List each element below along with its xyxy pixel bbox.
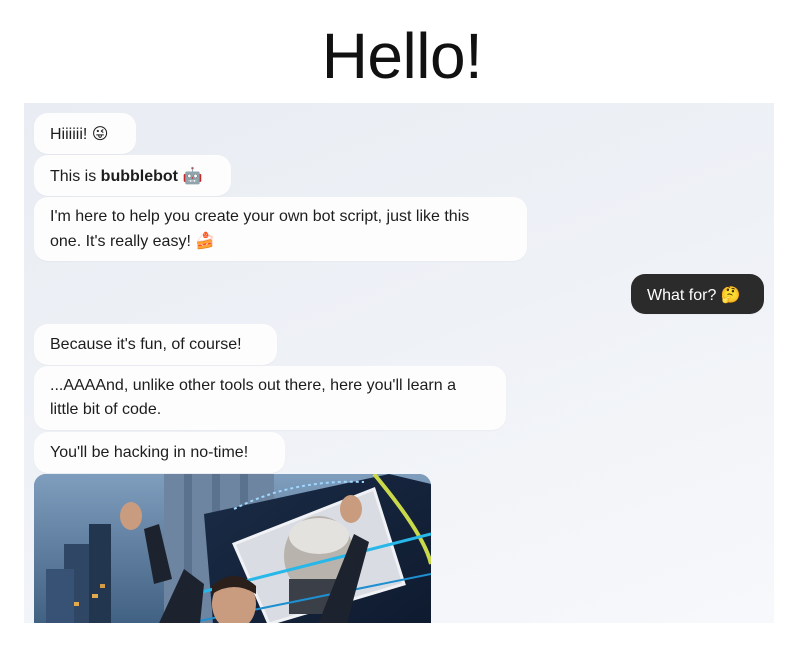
chat-window[interactable]: Hiiiiii! 😜 This is bubblebot 🤖 I'm here … [24, 103, 774, 623]
cake-emoji-icon: 🍰 [195, 231, 216, 250]
message-text-line: one. It's really easy! [50, 233, 191, 250]
message-text: Hiiiiii! [50, 126, 88, 143]
winking-tongue-emoji-icon: 😜 [91, 124, 109, 143]
bot-message: I'm here to help you create your own bot… [34, 197, 527, 261]
message-text: You'll be hacking in no-time! [50, 444, 249, 461]
gif-image [34, 474, 431, 623]
message-text: Because it's fun, of course! [50, 336, 242, 353]
bot-name: bubblebot [100, 168, 178, 185]
message-text-line: I'm here to help you create your own bot… [50, 208, 470, 225]
bot-message: Hiiiiii! 😜 [34, 113, 136, 154]
bot-message: Because it's fun, of course! [34, 324, 277, 365]
message-text-line: little bit of code. [50, 401, 162, 418]
user-message: What for? 🤔 [631, 274, 764, 314]
robot-emoji-icon: 🤖 [182, 166, 203, 185]
thinking-face-emoji-icon: 🤔 [720, 285, 741, 304]
message-text: This is [50, 168, 101, 185]
bot-message: This is bubblebot 🤖 [34, 155, 231, 196]
gif-illustration [34, 474, 431, 623]
bot-message: ...AAAAnd, unlike other tools out there,… [34, 366, 506, 430]
page-title: Hello! [321, 20, 483, 92]
bot-message: You'll be hacking in no-time! [34, 432, 285, 473]
message-text: What for? [647, 287, 717, 304]
message-text-line: ...AAAAnd, unlike other tools out there,… [50, 377, 456, 394]
